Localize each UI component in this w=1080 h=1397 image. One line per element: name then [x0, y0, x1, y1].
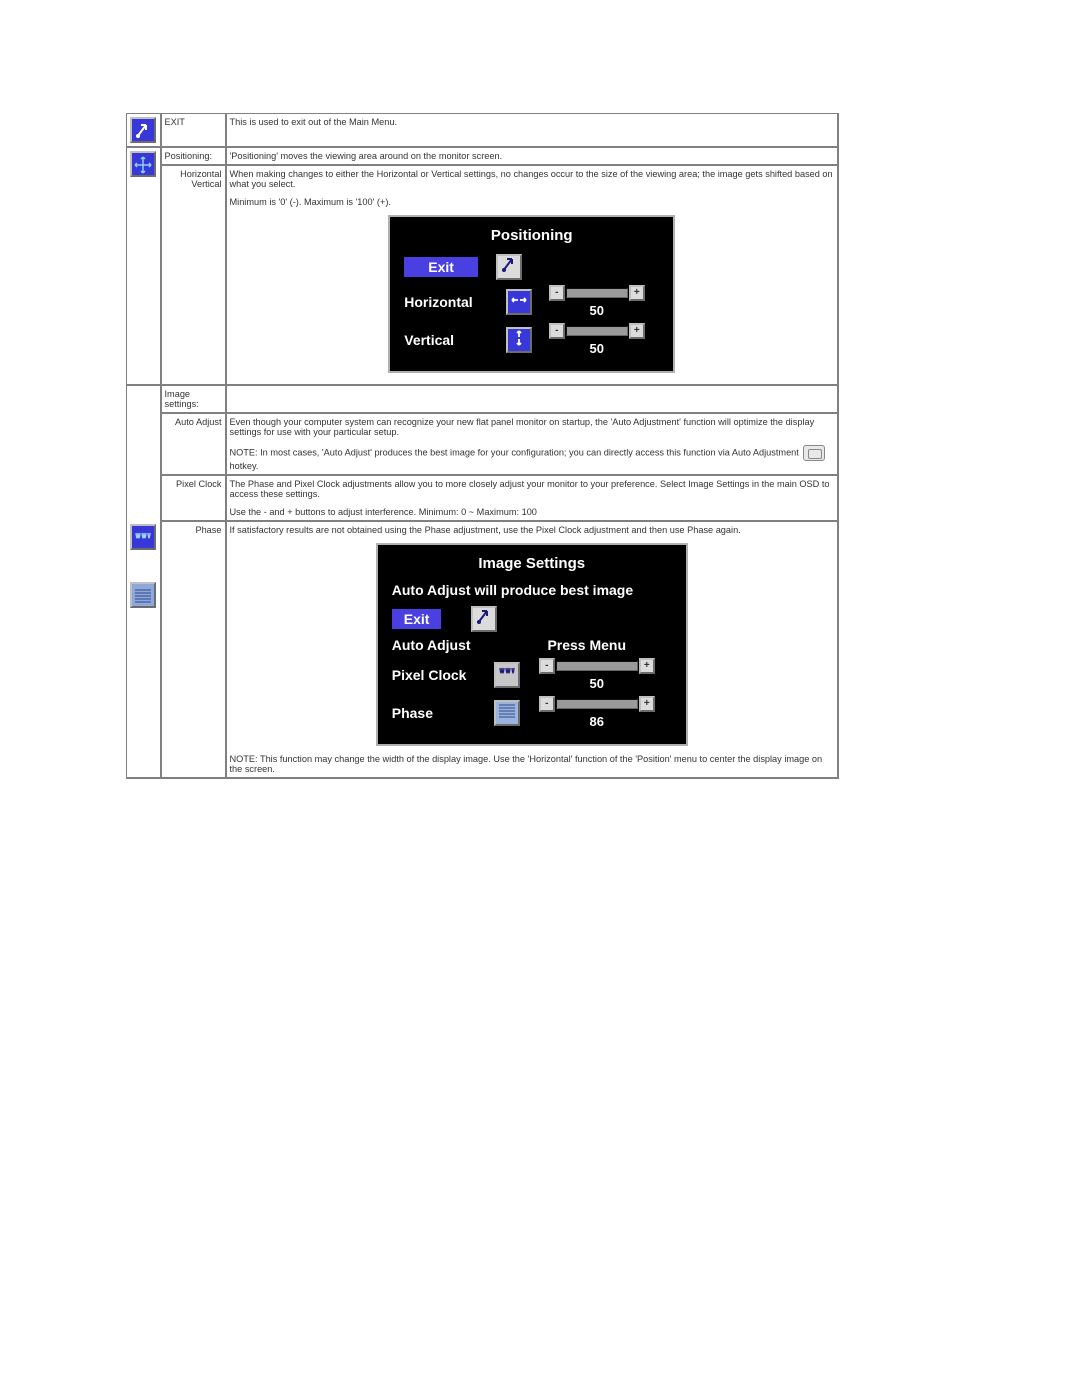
row-label: Image settings: — [161, 385, 226, 413]
osd-exit-button[interactable]: Exit — [404, 257, 478, 277]
row-label: Horizontal Vertical — [161, 165, 226, 385]
pixel-clock-icon — [494, 662, 520, 688]
row-text: Use the - and + buttons to adjust interf… — [230, 507, 835, 517]
exit-icon — [130, 117, 156, 143]
row-label: Phase — [161, 521, 226, 778]
row-desc: When making changes to either the Horizo… — [226, 165, 839, 385]
horizontal-arrows-icon — [506, 289, 532, 315]
phase-icon — [130, 582, 156, 608]
table-row: Horizontal Vertical When making changes … — [127, 165, 839, 385]
osd-vertical-label[interactable]: Vertical — [404, 332, 504, 348]
osd-title: Image Settings — [392, 555, 672, 572]
row-text: Even though your computer system can rec… — [230, 417, 835, 437]
osd-pixel-clock-label[interactable]: Pixel Clock — [392, 667, 492, 683]
table-row: Pixel Clock The Phase and Pixel Clock ad… — [127, 475, 839, 521]
table-row: Auto Adjust Even though your computer sy… — [127, 413, 839, 475]
plus-button[interactable]: + — [639, 658, 655, 674]
osd-image-settings: Image Settings Auto Adjust will produce … — [376, 543, 688, 746]
icon-cell — [127, 385, 161, 778]
row-desc: The Phase and Pixel Clock adjustments al… — [226, 475, 839, 521]
osd-subtitle: Auto Adjust will produce best image — [392, 582, 672, 598]
row-text: Minimum is '0' (-). Maximum is '100' (+)… — [230, 197, 835, 207]
table-row: Positioning: 'Positioning' moves the vie… — [127, 147, 839, 165]
osd-horizontal-label[interactable]: Horizontal — [404, 294, 504, 310]
row-label: Positioning: — [161, 147, 226, 165]
osd-reference-table: EXIT This is used to exit out of the Mai… — [126, 113, 839, 779]
row-text: NOTE: This function may change the width… — [230, 754, 835, 774]
minus-button[interactable]: - — [539, 696, 555, 712]
row-desc: This is used to exit out of the Main Men… — [226, 114, 839, 148]
row-label: Auto Adjust — [161, 413, 226, 475]
row-desc: If satisfactory results are not obtained… — [226, 521, 839, 778]
osd-title: Positioning — [404, 227, 659, 244]
osd-exit-button[interactable]: Exit — [392, 609, 442, 629]
row-desc: Even though your computer system can rec… — [226, 413, 839, 475]
exit-icon — [471, 606, 497, 632]
osd-press-menu: Press Menu — [502, 637, 672, 653]
minus-button[interactable]: - — [549, 285, 565, 301]
row-desc — [226, 385, 839, 413]
row-text: The Phase and Pixel Clock adjustments al… — [230, 479, 835, 499]
phase-slider[interactable]: - + — [539, 696, 655, 712]
minus-button[interactable]: - — [539, 658, 555, 674]
row-text: NOTE: In most cases, 'Auto Adjust' produ… — [230, 445, 835, 471]
table-row: Phase If satisfactory results are not ob… — [127, 521, 839, 778]
phase-icon — [494, 700, 520, 726]
plus-button[interactable]: + — [639, 696, 655, 712]
horizontal-slider[interactable]: - + — [549, 285, 645, 301]
icon-cell — [127, 147, 161, 385]
osd-auto-adjust-label[interactable]: Auto Adjust — [392, 637, 502, 653]
table-row: EXIT This is used to exit out of the Mai… — [127, 114, 839, 148]
vertical-slider[interactable]: - + — [549, 323, 645, 339]
plus-button[interactable]: + — [629, 323, 645, 339]
hotkey-icon — [803, 445, 825, 461]
horizontal-value: 50 — [590, 303, 604, 318]
row-desc: 'Positioning' moves the viewing area aro… — [226, 147, 839, 165]
exit-icon — [496, 254, 522, 280]
phase-value: 86 — [590, 714, 604, 729]
minus-button[interactable]: - — [549, 323, 565, 339]
table-row: Image settings: — [127, 385, 839, 413]
pixel-clock-icon — [130, 524, 156, 550]
vertical-value: 50 — [590, 341, 604, 356]
row-label: EXIT — [161, 114, 226, 148]
row-text: If satisfactory results are not obtained… — [230, 525, 835, 535]
vertical-arrows-icon — [506, 327, 532, 353]
pixel-clock-slider[interactable]: - + — [539, 658, 655, 674]
icon-cell — [127, 114, 161, 148]
osd-phase-label[interactable]: Phase — [392, 705, 492, 721]
row-label: Pixel Clock — [161, 475, 226, 521]
pixel-clock-value: 50 — [590, 676, 604, 691]
plus-button[interactable]: + — [629, 285, 645, 301]
osd-positioning: Positioning Exit Horizontal - + — [388, 215, 675, 373]
row-text: When making changes to either the Horizo… — [230, 169, 835, 189]
move-icon — [130, 151, 156, 177]
